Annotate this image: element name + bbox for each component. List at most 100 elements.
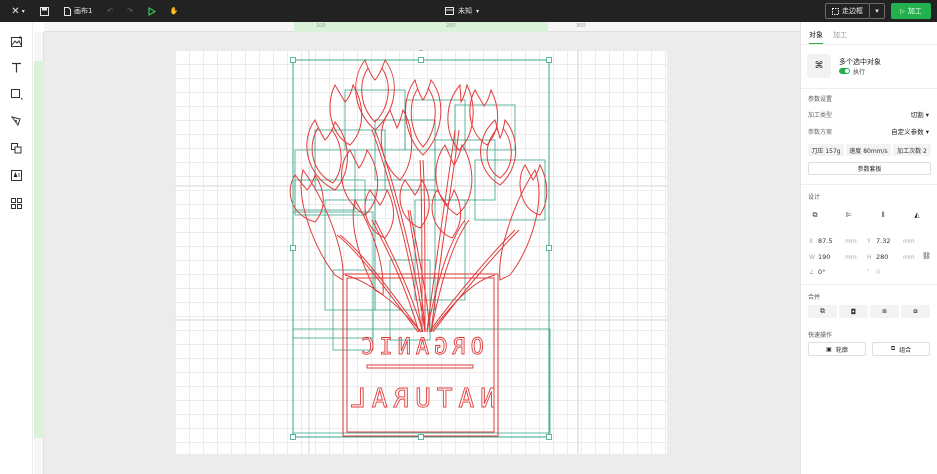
undo-icon: ↶ <box>107 7 113 15</box>
quick-ops-title: 快速操作 <box>808 332 833 339</box>
image-icon <box>10 36 22 47</box>
material-tool-button[interactable] <box>8 140 25 157</box>
canvas-name[interactable]: 画布1 <box>64 0 92 22</box>
outline-button[interactable]: ▣ 轮廓 <box>808 342 866 356</box>
resize-handle[interactable] <box>290 434 296 440</box>
ai-tool-button[interactable] <box>8 167 25 184</box>
position-icon: ⧉ <box>812 210 818 219</box>
execute-toggle[interactable] <box>839 68 850 74</box>
frame-button[interactable]: 走边框 <box>825 3 870 19</box>
tulip-artwork[interactable]: ORGANIC NATURAL <box>175 50 667 454</box>
subtract-icon: ◘ <box>850 307 857 316</box>
param-store-button[interactable]: 参数套板 <box>808 162 931 175</box>
left-toolbar <box>0 22 33 474</box>
ruler-selection-highlight <box>34 61 44 438</box>
horizontal-ruler: 100 200 300 <box>44 22 800 32</box>
resize-handle[interactable] <box>418 434 424 440</box>
x-field[interactable]: 87.5 <box>818 237 832 245</box>
top-bar: ✕ ▾ 画布1 ↶ ↷ ✋ 未知 ▾ 走边框 ▾ ▷ 加工 <box>0 0 937 22</box>
exclude-button[interactable]: ⧇ <box>901 305 930 318</box>
pressure-chip[interactable]: 刀压 157g <box>808 144 844 156</box>
frame-label: 走边框 <box>842 7 863 15</box>
rotate-field[interactable]: 0° <box>818 268 825 276</box>
machine-icon <box>445 7 454 15</box>
divider <box>801 88 937 89</box>
group-icon: ⧉ <box>890 345 896 352</box>
multi-object-icon: ⌘ <box>807 54 831 78</box>
shape-tool-button[interactable] <box>8 86 25 103</box>
frame-dropdown-button[interactable]: ▾ <box>870 3 885 19</box>
file-icon <box>64 6 71 16</box>
rotate-icon: ∠ <box>809 269 815 276</box>
canvas-workspace[interactable]: ORGANIC NATURAL <box>44 32 800 474</box>
align-left-button[interactable]: ⊫ <box>841 208 857 222</box>
resize-handle[interactable] <box>546 57 552 63</box>
artwork-text-organic: ORGANIC <box>356 335 484 360</box>
apps-tool-button[interactable] <box>8 195 25 212</box>
w-field[interactable]: 190 <box>818 253 830 261</box>
tab-object[interactable]: 对象 <box>809 30 823 45</box>
save-icon <box>39 6 49 16</box>
h-label: H <box>867 254 872 261</box>
app-menu-button[interactable]: ✕ ▾ <box>6 0 30 22</box>
chevron-down-icon: ▾ <box>476 7 480 15</box>
tab-process[interactable]: 加工 <box>833 30 847 45</box>
corner-radius-icon: ⌜ <box>867 269 870 276</box>
ruler-tick: 100 <box>316 23 326 29</box>
canvas-name-label: 画布1 <box>74 7 93 15</box>
speed-chip[interactable]: 速度 80mm/s <box>846 144 891 156</box>
outline-icon: ▣ <box>826 345 832 353</box>
ruler-tick: 200 <box>446 23 456 29</box>
divider <box>801 184 937 185</box>
corner-radius-field[interactable]: 0 <box>876 268 880 276</box>
align-left-icon: ⊫ <box>845 211 853 219</box>
distribute-icon: ⦀ <box>881 210 885 219</box>
ruler-tick: 300 <box>576 23 586 29</box>
text-icon <box>12 62 21 73</box>
y-field[interactable]: 7.32 <box>876 237 890 245</box>
flip-button[interactable]: ◭ <box>909 208 925 222</box>
w-unit: mm <box>845 254 857 261</box>
intersect-button[interactable]: ⧈ <box>870 305 899 318</box>
pen-tool-button[interactable] <box>8 113 25 130</box>
resize-handle[interactable] <box>418 57 424 63</box>
undo-button[interactable]: ↶ <box>104 0 116 22</box>
process-button[interactable]: ▷ 加工 <box>891 3 931 19</box>
process-label: 加工 <box>907 7 922 15</box>
redo-button[interactable]: ↷ <box>124 0 136 22</box>
position-button[interactable]: ⧉ <box>807 208 823 222</box>
process-type-label: 加工类型 <box>808 112 833 119</box>
param-scheme-select[interactable]: 自定义参数 ▾ <box>891 126 929 136</box>
resize-handle[interactable] <box>546 245 552 251</box>
count-chip[interactable]: 加工次数 2 <box>893 144 931 156</box>
param-scheme-label: 参数方案 <box>808 129 833 136</box>
lock-ratio-icon[interactable]: ⛓ <box>922 252 931 260</box>
chevron-down-icon: ▾ <box>21 7 25 15</box>
rotate-handle[interactable] <box>418 50 425 51</box>
process-type-select[interactable]: 切割 ▾ <box>911 109 929 119</box>
resize-handle[interactable] <box>290 245 296 251</box>
machine-label: 未知 <box>458 7 472 15</box>
group-button[interactable]: ⧉ 组合 <box>872 342 930 356</box>
resize-handle[interactable] <box>546 434 552 440</box>
artboard[interactable]: ORGANIC NATURAL <box>175 50 667 454</box>
resize-handle[interactable] <box>290 57 296 63</box>
subtract-button[interactable]: ◘ <box>839 305 868 318</box>
h-unit: mm <box>903 254 915 261</box>
grid-icon <box>11 198 22 209</box>
machine-selector[interactable]: 未知 ▾ <box>445 0 479 22</box>
hand-tool-button[interactable]: ✋ <box>168 0 180 22</box>
image-tool-button[interactable] <box>8 33 25 50</box>
pen-icon <box>11 116 21 127</box>
distribute-button[interactable]: ⦀ <box>875 208 891 222</box>
outline-label: 轮廓 <box>835 346 848 354</box>
select-tool-button[interactable] <box>146 0 158 22</box>
save-button[interactable] <box>38 0 50 22</box>
union-button[interactable]: ⧉ <box>808 305 837 318</box>
combine-title: 合并 <box>808 294 821 301</box>
h-field[interactable]: 280 <box>876 253 888 261</box>
text-tool-button[interactable] <box>8 59 25 76</box>
panel-tabs: 对象 加工 <box>809 30 847 45</box>
frame-icon <box>832 7 839 15</box>
ai-icon <box>11 170 22 181</box>
